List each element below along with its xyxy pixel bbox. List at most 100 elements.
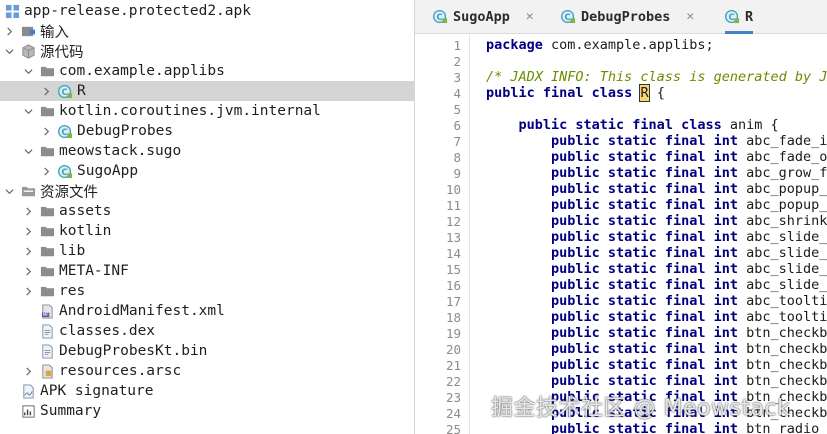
code-keyword: public static final int <box>551 197 738 213</box>
tree-item-kotlin-coroutines-jvm-internal[interactable]: kotlin.coroutines.jvm.internal <box>0 101 414 121</box>
svg-text:C: C <box>728 12 734 22</box>
svg-text:C: C <box>436 12 442 22</box>
watermark: 掘金技术社区 @ Meowstack <box>491 396 791 421</box>
line-number: 25 <box>445 422 461 434</box>
expand-arrow-icon[interactable] <box>22 285 34 297</box>
tree-root-apk[interactable]: app-release.protected2.apk <box>0 1 414 21</box>
code-keyword: public static final int <box>551 213 738 229</box>
tree-item-meta-inf[interactable]: META-INF <box>0 261 414 281</box>
code-line: public static final int btn_radio_to <box>486 421 827 434</box>
line-number: 15 <box>445 262 461 277</box>
apk-icon <box>5 4 20 19</box>
code-keyword: public static final int <box>551 261 738 277</box>
tree-item-sugoapp[interactable]: C SugoApp <box>0 161 414 181</box>
tab-debugprobes[interactable]: C DebugProbes ✕ <box>561 0 694 33</box>
tree-item-item[interactable]: 资源文件 <box>0 181 414 201</box>
code-line: public static final int abc_slide_out <box>486 261 827 277</box>
tree-item-resources-arsc[interactable]: resources.arsc <box>0 361 414 381</box>
line-number: 3 <box>453 70 461 85</box>
code-text: btn_checkbox <box>746 325 827 341</box>
collapse-arrow-icon[interactable] <box>22 145 34 157</box>
tree-item-apk-signature[interactable]: APK signature <box>0 381 414 401</box>
collapse-arrow-icon[interactable] <box>22 105 34 117</box>
tree-item-debugprobeskt-bin[interactable]: DebugProbesKt.bin <box>0 341 414 361</box>
tree-item-summary[interactable]: Summary <box>0 401 414 421</box>
package-icon <box>40 104 55 119</box>
tree-item-classes-dex[interactable]: classes.dex <box>0 321 414 341</box>
expand-arrow-icon[interactable] <box>40 125 52 137</box>
tree-item-label: kotlin.coroutines.jvm.internal <box>59 103 321 119</box>
collapse-arrow-icon[interactable] <box>3 185 15 197</box>
expand-arrow-icon[interactable] <box>40 85 52 97</box>
code-area[interactable]: package com.example.applibs; /* JADX INFO… <box>486 34 827 434</box>
no-arrow <box>3 405 15 417</box>
code-keyword: public static final int <box>551 181 738 197</box>
tab-label: R <box>745 8 754 25</box>
expand-arrow-icon[interactable] <box>3 25 15 37</box>
tree-item-lib[interactable]: lib <box>0 241 414 261</box>
code-keyword: public static final int <box>551 277 738 293</box>
code-line: public static final int abc_slide_out <box>486 277 827 293</box>
line-number: 17 <box>445 294 461 309</box>
input-icon <box>21 24 36 39</box>
tab-sugoapp[interactable]: C SugoApp ✕ <box>433 0 534 33</box>
code-text: abc_tooltip <box>737 293 827 309</box>
line-number: 11 <box>445 198 461 213</box>
tree-item-r[interactable]: CR <box>0 81 414 101</box>
tree-item-label: 输入 <box>40 24 69 41</box>
code-keyword: public static final int <box>551 165 738 181</box>
line-number: 13 <box>445 230 461 245</box>
expand-arrow-icon[interactable] <box>22 225 34 237</box>
expand-arrow-icon[interactable] <box>22 245 34 257</box>
tree-item-label: app-release.protected2.apk <box>24 3 251 19</box>
tree-item-res[interactable]: res <box>0 281 414 301</box>
expand-arrow-icon[interactable] <box>40 165 52 177</box>
code-line: public static final int btn_checkbox <box>486 357 827 373</box>
editor-tab-bar: C SugoApp ✕ C DebugProbes ✕ C R <box>415 0 827 34</box>
manifest-file-icon: MF <box>40 303 55 319</box>
expand-arrow-icon[interactable] <box>22 365 34 377</box>
tree-item-label: APK signature <box>40 383 154 399</box>
line-number: 8 <box>453 150 461 165</box>
tree-item-label: res <box>59 283 86 299</box>
tree-item-item[interactable]: 输入 <box>0 21 414 41</box>
code-keyword: package <box>486 37 543 53</box>
class-icon: C <box>725 9 740 24</box>
collapse-arrow-icon[interactable] <box>22 65 34 77</box>
line-number: 22 <box>445 374 461 389</box>
tree-item-item[interactable]: 源代码 <box>0 41 414 61</box>
expand-arrow-icon[interactable] <box>22 265 34 277</box>
tree-item-assets[interactable]: assets <box>0 201 414 221</box>
tree-item-meowstack-sugo[interactable]: meowstack.sugo <box>0 141 414 161</box>
code-keyword: public static final int <box>551 245 738 261</box>
collapse-arrow-icon[interactable] <box>3 45 15 57</box>
folder-icon <box>40 264 55 279</box>
tree-item-debugprobes[interactable]: C DebugProbes <box>0 121 414 141</box>
code-text: btn_radio_to <box>746 421 827 434</box>
code-line: public static final int abc_popup_enter <box>486 181 827 197</box>
close-tab-icon[interactable]: ✕ <box>526 9 534 24</box>
folder-icon <box>40 224 55 239</box>
tab-r[interactable]: CR <box>725 0 754 34</box>
tree-item-com-example-applibs[interactable]: com.example.applibs <box>0 61 414 81</box>
tree-item-androidmanifest-xml[interactable]: MF AndroidManifest.xml <box>0 301 414 321</box>
package-icon <box>40 64 55 79</box>
code-keyword: public static final int <box>551 341 738 357</box>
folder-icon <box>40 284 55 299</box>
code-text: btn_checkbox <box>746 341 827 357</box>
expand-arrow-icon[interactable] <box>22 205 34 217</box>
summary-icon <box>21 404 36 419</box>
close-tab-icon[interactable]: ✕ <box>686 9 694 24</box>
tree-item-kotlin[interactable]: kotlin <box>0 221 414 241</box>
folder-icon <box>40 204 55 219</box>
code-line: public static final int abc_shrink_fade <box>486 213 827 229</box>
line-number: 9 <box>453 166 461 181</box>
code-line: /* JADX INFO: This class is generated by… <box>486 69 827 85</box>
code-keyword: public static final int <box>551 309 738 325</box>
code-cursor-token: R <box>639 84 650 102</box>
no-arrow <box>22 305 34 317</box>
